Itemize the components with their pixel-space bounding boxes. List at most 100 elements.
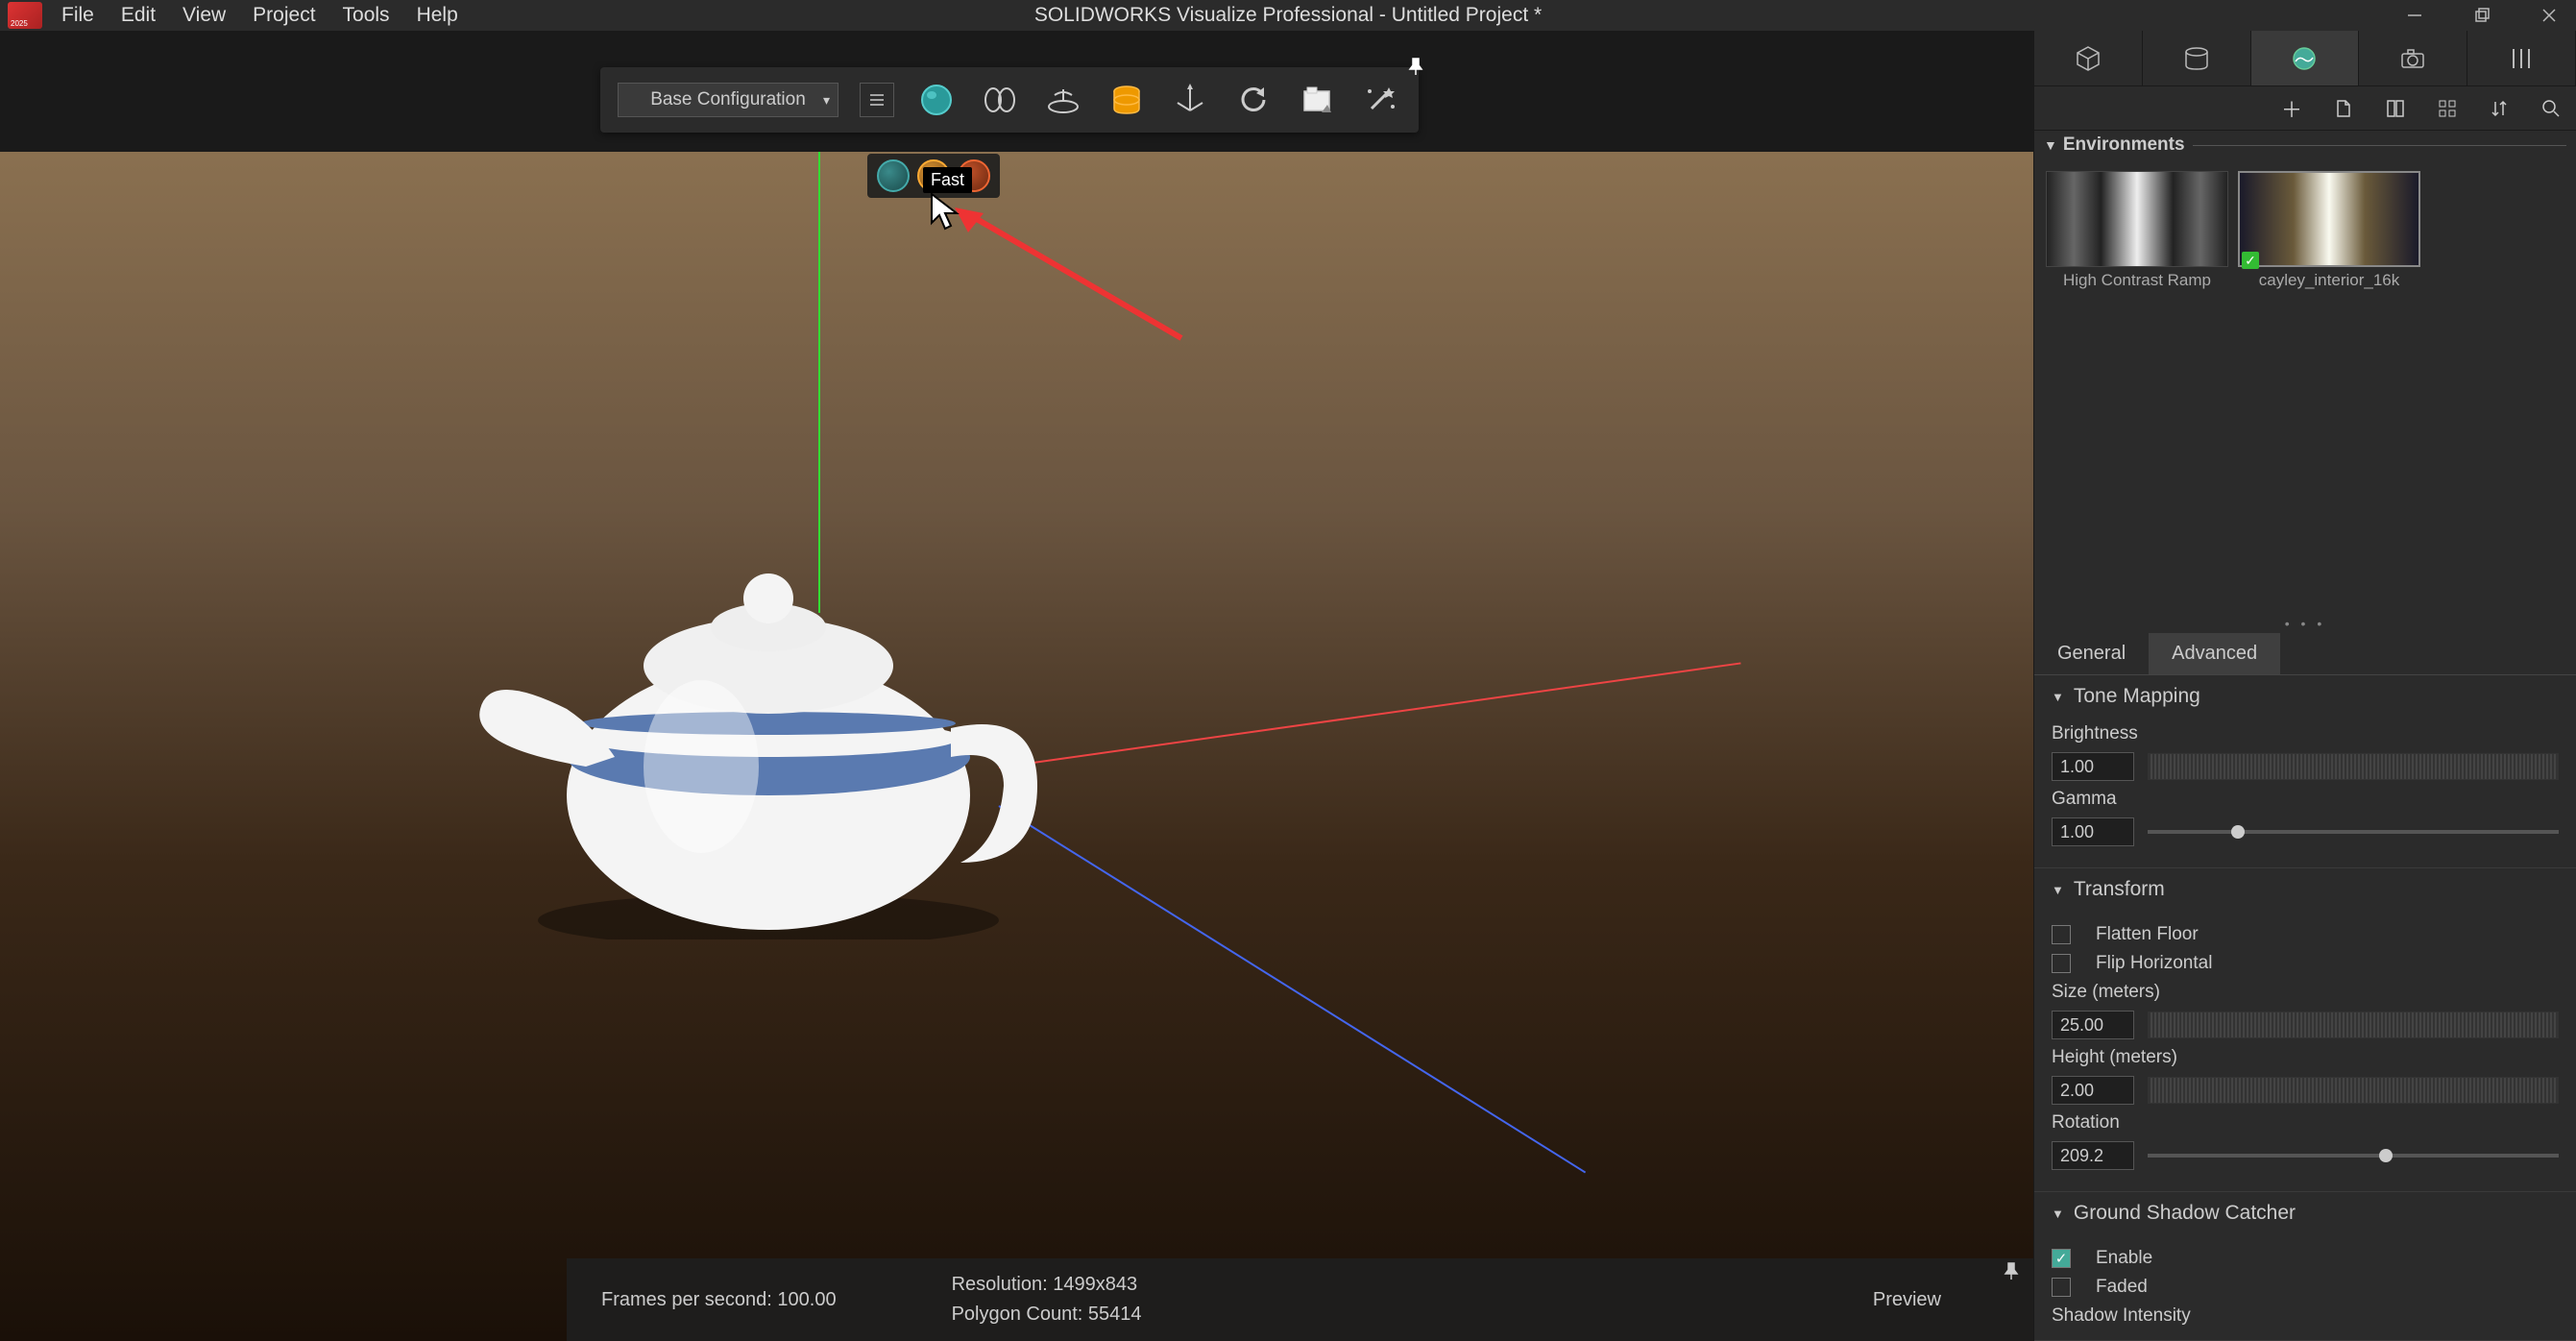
snapshot-button[interactable] (1296, 79, 1338, 121)
flatten-floor-checkbox[interactable] (2052, 925, 2071, 944)
shadow-faded-checkbox[interactable] (2052, 1278, 2071, 1297)
transform-section: ▼ Transform Flatten Floor Flip Horizonta… (2034, 868, 2576, 1192)
close-button[interactable] (2530, 2, 2568, 29)
viewport-area: Base Configuration (0, 31, 2033, 1341)
environment-thumbnail-label: cayley_interior_16k (2238, 271, 2420, 290)
shadow-intensity-label: Shadow Intensity (2052, 1305, 2559, 1327)
magic-wand-button[interactable] (1359, 79, 1401, 121)
environments-label: Environments (2063, 134, 2185, 156)
tab-general[interactable]: General (2034, 633, 2149, 674)
refresh-button[interactable] (1232, 79, 1275, 121)
height-slider[interactable] (2148, 1076, 2559, 1105)
window-controls (2395, 2, 2568, 29)
3d-viewport[interactable] (0, 152, 2033, 1341)
app-logo (8, 2, 42, 29)
size-label: Size (meters) (2052, 982, 2559, 1003)
chevron-down-icon: ▼ (2044, 137, 2057, 153)
render-mode-flyout: Fast (867, 154, 1000, 198)
maximize-button[interactable] (2463, 2, 2501, 29)
tab-scenes[interactable] (2251, 31, 2360, 85)
environment-thumbnail-label: High Contrast Ramp (2046, 271, 2228, 290)
size-slider[interactable] (2148, 1011, 2559, 1039)
menu-help[interactable]: Help (417, 4, 458, 27)
status-pin-icon[interactable] (2001, 1260, 2022, 1281)
menu-file[interactable]: File (61, 4, 94, 27)
title-bar: File Edit View Project Tools Help SOLIDW… (0, 0, 2576, 31)
gamma-input[interactable]: 1.00 (2052, 817, 2134, 846)
chevron-down-icon: ▼ (2052, 1207, 2064, 1221)
shadow-enable-checkbox[interactable]: ✓ (2052, 1249, 2071, 1268)
menu-project[interactable]: Project (253, 4, 315, 27)
property-tabs: General Advanced (2034, 633, 2576, 675)
tone-mapping-section: ▼ Tone Mapping Brightness 1.00 Gamma 1.0… (2034, 675, 2576, 868)
chevron-down-icon: ▼ (2052, 690, 2064, 704)
tab-libraries[interactable] (2467, 31, 2576, 85)
shadow-label: Ground Shadow Catcher (2074, 1202, 2296, 1225)
gamma-label: Gamma (2052, 789, 2559, 810)
resize-handle[interactable]: • • • (2034, 614, 2576, 633)
status-bar: Frames per second: 100.00 Resolution: 14… (567, 1258, 2033, 1341)
polycount-readout: Polygon Count: 55414 (952, 1304, 1142, 1326)
menu-edit[interactable]: Edit (121, 4, 156, 27)
grid-view-icon[interactable] (2434, 95, 2461, 122)
configuration-list-button[interactable] (860, 83, 894, 117)
flatten-floor-label: Flatten Floor (2096, 924, 2199, 945)
configuration-dropdown[interactable]: Base Configuration (618, 83, 838, 117)
axis-z-icon (998, 805, 1586, 1173)
tab-models[interactable] (2034, 31, 2143, 85)
transform-header[interactable]: ▼ Transform (2034, 868, 2576, 911)
rotation-label: Rotation (2052, 1112, 2559, 1134)
configuration-label: Base Configuration (650, 89, 806, 110)
render-mode-button[interactable] (915, 79, 958, 121)
environment-thumbnail-image (2046, 171, 2228, 267)
check-icon: ✓ (2242, 252, 2259, 269)
height-label: Height (meters) (2052, 1047, 2559, 1068)
menu-bar: File Edit View Project Tools Help (61, 4, 458, 27)
axis-button[interactable] (1169, 79, 1211, 121)
selection-tool-button[interactable] (979, 79, 1021, 121)
environment-item[interactable]: High Contrast Ramp (2046, 171, 2228, 290)
search-icon[interactable] (2538, 95, 2564, 122)
menu-view[interactable]: View (182, 4, 226, 27)
shadow-section: ▼ Ground Shadow Catcher ✓ Enable Faded S… (2034, 1192, 2576, 1341)
floating-toolbar: Base Configuration (600, 67, 1419, 133)
split-view-icon[interactable] (2382, 95, 2409, 122)
tooltip-fast: Fast (923, 167, 972, 193)
minimize-button[interactable] (2395, 2, 2434, 29)
chevron-down-icon: ▼ (2052, 883, 2064, 897)
size-input[interactable]: 25.00 (2052, 1011, 2134, 1039)
flip-horizontal-checkbox[interactable] (2052, 954, 2071, 973)
rotation-input[interactable]: 209.2 (2052, 1141, 2134, 1170)
main-layout: Base Configuration (0, 31, 2576, 1341)
tone-mapping-header[interactable]: ▼ Tone Mapping (2034, 675, 2576, 718)
tab-advanced[interactable]: Advanced (2149, 633, 2280, 674)
database-button[interactable] (1106, 79, 1148, 121)
environment-thumbnails: High Contrast Ramp ✓ cayley_interior_16k (2034, 159, 2576, 302)
pin-icon[interactable] (1405, 56, 1426, 77)
gamma-slider[interactable] (2148, 817, 2559, 846)
shadow-header[interactable]: ▼ Ground Shadow Catcher (2034, 1192, 2576, 1234)
sort-icon[interactable] (2486, 95, 2513, 122)
add-icon[interactable]: ＋ (2278, 95, 2305, 122)
menu-tools[interactable]: Tools (343, 4, 390, 27)
render-mode-status: Preview (1873, 1289, 1941, 1311)
turntable-button[interactable] (1042, 79, 1084, 121)
environment-thumbnail-image (2238, 171, 2420, 267)
environments-header[interactable]: ▼ Environments (2034, 131, 2576, 159)
tab-cameras[interactable] (2359, 31, 2467, 85)
rotation-slider[interactable] (2148, 1141, 2559, 1170)
properties-panel: ＋ ▼ Environments Hig (2033, 31, 2576, 1341)
fps-readout: Frames per second: 100.00 (601, 1289, 837, 1311)
render-mode-preview[interactable] (877, 159, 910, 192)
resolution-readout: Resolution: 1499x843 (952, 1274, 1142, 1296)
brightness-label: Brightness (2052, 723, 2559, 744)
flip-horizontal-label: Flip Horizontal (2096, 953, 2212, 974)
tone-mapping-label: Tone Mapping (2074, 685, 2200, 708)
environment-item[interactable]: ✓ cayley_interior_16k (2238, 171, 2420, 290)
brightness-slider[interactable] (2148, 752, 2559, 781)
height-input[interactable]: 2.00 (2052, 1076, 2134, 1105)
shadow-enable-label: Enable (2096, 1248, 2152, 1269)
tab-appearances[interactable] (2143, 31, 2251, 85)
file-icon[interactable] (2330, 95, 2357, 122)
brightness-input[interactable]: 1.00 (2052, 752, 2134, 781)
